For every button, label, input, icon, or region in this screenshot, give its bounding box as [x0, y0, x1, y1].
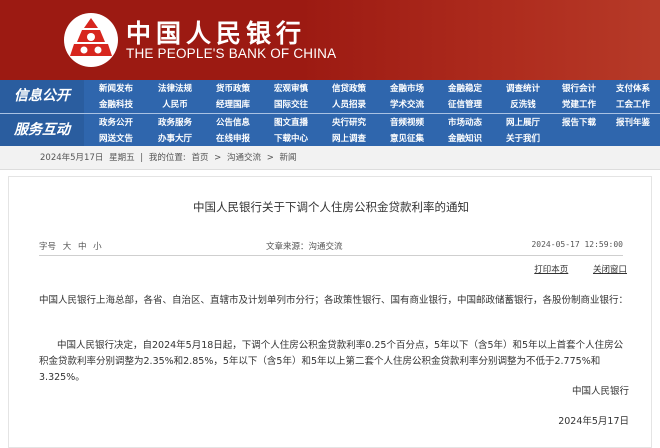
site-header: 中国人民银行 THE PEOPLE'S BANK OF CHINA: [0, 0, 660, 80]
nav-item[interactable]: 公告信息: [204, 115, 262, 131]
breadcrumb-arrow: >: [266, 153, 274, 163]
article-actions: 打印本页 关闭窗口: [512, 263, 627, 275]
article-recipients: 中国人民银行上海总部，各省、自治区、直辖市及计划单列市分行；各政策性银行、国有商…: [39, 295, 629, 306]
nav-item[interactable]: 网送文告: [86, 131, 146, 147]
article-date: 2024年5月17日: [558, 416, 629, 427]
nav-item[interactable]: 新闻发布: [86, 81, 146, 97]
nav-item[interactable]: 市场动态: [436, 115, 494, 131]
nav-item[interactable]: 意见征集: [378, 131, 436, 147]
breadcrumb-weekday: 星期五: [109, 153, 135, 163]
nav-item[interactable]: 征信管理: [436, 97, 494, 113]
nav-item[interactable]: 银行会计: [552, 81, 606, 97]
article-signature: 中国人民银行: [571, 386, 629, 397]
header-glow: [300, 0, 660, 80]
article-datetime: 2024-05-17 12:59:00: [531, 240, 623, 249]
nav-item[interactable]: 法律法规: [146, 81, 204, 97]
nav-item[interactable]: 反洗钱: [494, 97, 552, 113]
font-size-label: 字号: [39, 242, 57, 252]
nav-item[interactable]: 办事大厅: [146, 131, 204, 147]
nav-item[interactable]: 报刊年鉴: [606, 115, 660, 131]
brand-name-cn[interactable]: 中国人民银行: [126, 14, 306, 50]
print-page-link[interactable]: 打印本页: [534, 265, 568, 275]
nav-item[interactable]: 党建工作: [552, 97, 606, 113]
nav-section-info: 信息公开 新闻发布 法律法规 货币政策 宏观审慎 信贷政策 金融市场 金融稳定 …: [0, 80, 660, 113]
article-source: 文章来源：沟通交流: [266, 242, 343, 252]
nav-item[interactable]: 经理国库: [204, 97, 262, 113]
breadcrumb: 2024年5月17日 星期五 | 我的位置: 首页 > 沟通交流 > 新闻: [0, 146, 660, 170]
nav-item[interactable]: 图文直播: [262, 115, 320, 131]
nav-item[interactable]: 人员招录: [320, 97, 378, 113]
nav-section-label: 服务互动: [0, 114, 84, 147]
nav-item[interactable]: 调查统计: [494, 81, 552, 97]
breadcrumb-current-link[interactable]: 新闻: [280, 153, 297, 163]
font-size-medium-link[interactable]: 中: [78, 242, 87, 252]
nav-item[interactable]: 宏观审慎: [262, 81, 320, 97]
breadcrumb-section-link[interactable]: 沟通交流: [227, 153, 261, 163]
nav-section-service: 服务互动 政务公开 政务服务 公告信息 图文直播 央行研究 音频视频 市场动态 …: [0, 113, 660, 147]
nav-item[interactable]: 金融市场: [378, 81, 436, 97]
nav-item[interactable]: 信贷政策: [320, 81, 378, 97]
article-card: 中国人民银行关于下调个人住房公积金贷款利率的通知 字号 大 中 小 文章来源：沟…: [8, 176, 652, 448]
divider: [39, 255, 623, 256]
nav-item[interactable]: 音频视频: [378, 115, 436, 131]
nav-item[interactable]: 关于我们: [494, 131, 552, 147]
breadcrumb-prefix: 我的位置:: [148, 153, 186, 163]
breadcrumb-separator: |: [140, 153, 144, 163]
pboc-emblem-icon[interactable]: [62, 12, 120, 68]
close-window-link[interactable]: 关闭窗口: [593, 265, 627, 275]
breadcrumb-arrow: >: [214, 153, 222, 163]
nav-item[interactable]: 网上调查: [320, 131, 378, 147]
article-meta: 字号 大 中 小 文章来源：沟通交流 2024-05-17 12:59:00: [39, 240, 623, 254]
nav-item[interactable]: 国际交往: [262, 97, 320, 113]
breadcrumb-home-link[interactable]: 首页: [191, 153, 208, 163]
brand-name-en[interactable]: THE PEOPLE'S BANK OF CHINA: [126, 46, 336, 61]
main-nav: 信息公开 新闻发布 法律法规 货币政策 宏观审慎 信贷政策 金融市场 金融稳定 …: [0, 80, 660, 147]
nav-item[interactable]: 在线申报: [204, 131, 262, 147]
nav-item[interactable]: 人民币: [146, 97, 204, 113]
nav-item[interactable]: 金融科技: [86, 97, 146, 113]
nav-item[interactable]: 工会工作: [606, 97, 660, 113]
nav-item[interactable]: 政务公开: [86, 115, 146, 131]
nav-item[interactable]: 政务服务: [146, 115, 204, 131]
nav-item[interactable]: 下载中心: [262, 131, 320, 147]
nav-item[interactable]: 报告下载: [552, 115, 606, 131]
font-size-controls: 字号 大 中 小: [39, 240, 106, 252]
article-body: 中国人民银行决定，自2024年5月18日起，下调个人住房公积金贷款利率0.25个…: [39, 340, 624, 383]
nav-item[interactable]: 学术交流: [378, 97, 436, 113]
nav-item[interactable]: 网上展厅: [494, 115, 552, 131]
nav-item[interactable]: 支付体系: [606, 81, 660, 97]
nav-item[interactable]: 金融知识: [436, 131, 494, 147]
breadcrumb-date: 2024年5月17日: [40, 153, 104, 163]
nav-section-label: 信息公开: [0, 80, 84, 113]
nav-item[interactable]: 金融稳定: [436, 81, 494, 97]
font-size-large-link[interactable]: 大: [63, 242, 72, 252]
nav-item[interactable]: 央行研究: [320, 115, 378, 131]
article-title: 中国人民银行关于下调个人住房公积金贷款利率的通知: [193, 200, 469, 214]
nav-item[interactable]: 货币政策: [204, 81, 262, 97]
font-size-small-link[interactable]: 小: [93, 242, 102, 252]
